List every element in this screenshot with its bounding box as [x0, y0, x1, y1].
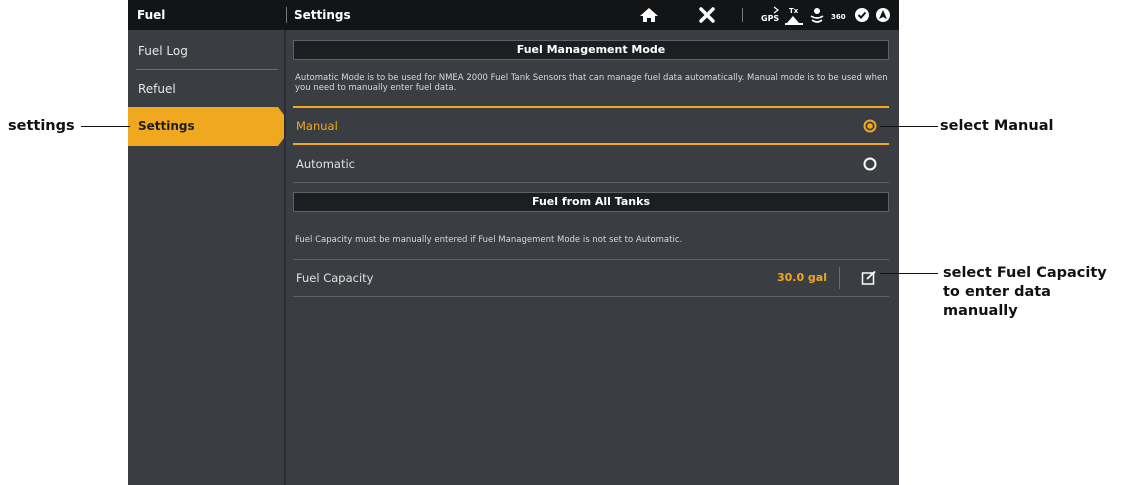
sidebar-item-label: Settings [138, 119, 195, 133]
status-separator [742, 8, 743, 22]
row-divider [293, 296, 889, 297]
section-header-fuel-from-all-tanks: Fuel from All Tanks [293, 192, 889, 212]
transducer-icon: Tx [785, 7, 803, 25]
section-header-fuel-management-mode: Fuel Management Mode [293, 40, 889, 60]
360-icon-text: 360 [831, 13, 846, 21]
option-manual-row[interactable]: Manual [293, 108, 889, 144]
option-automatic-row[interactable]: Automatic [293, 146, 889, 182]
callout-settings: settings [8, 118, 75, 134]
callout-line-fuel-capacity [880, 273, 938, 274]
callout-line-manual [880, 126, 938, 127]
callout-fuel-capacity: select Fuel Capacity to enter data manua… [943, 264, 1107, 321]
fuel-capacity-label: Fuel Capacity [296, 271, 374, 285]
selection-border-bottom [293, 143, 889, 145]
sidebar-item-refuel[interactable]: Refuel [128, 70, 278, 108]
edit-icon[interactable] [861, 270, 877, 286]
callout-fuel-capacity-line1: select Fuel Capacity [943, 265, 1107, 281]
settings-panel: Fuel Management Mode Automatic Mode is t… [286, 30, 899, 485]
status-icons: GPS Tx 360 [760, 3, 899, 27]
app-title: Fuel [137, 8, 166, 22]
sidebar-item-fuel-log[interactable]: Fuel Log [128, 32, 278, 70]
callout-fuel-capacity-line2: to enter data [943, 284, 1051, 300]
value-separator [839, 267, 840, 289]
row-divider [293, 182, 889, 183]
close-icon[interactable] [697, 5, 717, 25]
option-automatic-label: Automatic [296, 157, 355, 171]
title-separator [286, 7, 287, 23]
sidebar-item-label: Refuel [138, 82, 176, 96]
callout-line-settings [81, 126, 130, 127]
callout-fuel-capacity-line3: manually [943, 303, 1018, 319]
device-screen: Fuel Settings GPS Tx 360 Fuel Log Refuel… [128, 0, 899, 485]
radio-selected-icon[interactable] [863, 119, 877, 133]
check-status-icon [855, 8, 869, 22]
sidebar-item-label: Fuel Log [138, 44, 188, 58]
gps-icon: GPS [761, 6, 779, 23]
callout-select-manual: select Manual [940, 118, 1054, 134]
navigation-icon [876, 8, 890, 22]
page-title: Settings [294, 8, 351, 22]
sonar-icon [810, 8, 824, 23]
tx-icon-text: Tx [789, 7, 799, 15]
section-description: Automatic Mode is to be used for NMEA 20… [295, 73, 888, 93]
sidebar: Fuel Log Refuel Settings [128, 30, 284, 485]
gps-icon-text: GPS [761, 14, 779, 23]
section-description: Fuel Capacity must be manually entered i… [295, 235, 683, 245]
top-bar: Fuel Settings GPS Tx 360 [128, 0, 899, 30]
sidebar-item-settings[interactable]: Settings [128, 107, 284, 146]
home-icon[interactable] [637, 6, 661, 24]
radio-unselected-icon[interactable] [863, 157, 877, 171]
360-icon: 360 [831, 13, 846, 21]
option-manual-label: Manual [296, 119, 338, 133]
fuel-capacity-row[interactable]: Fuel Capacity 30.0 gal [293, 260, 889, 296]
fuel-capacity-value: 30.0 gal [776, 271, 827, 284]
